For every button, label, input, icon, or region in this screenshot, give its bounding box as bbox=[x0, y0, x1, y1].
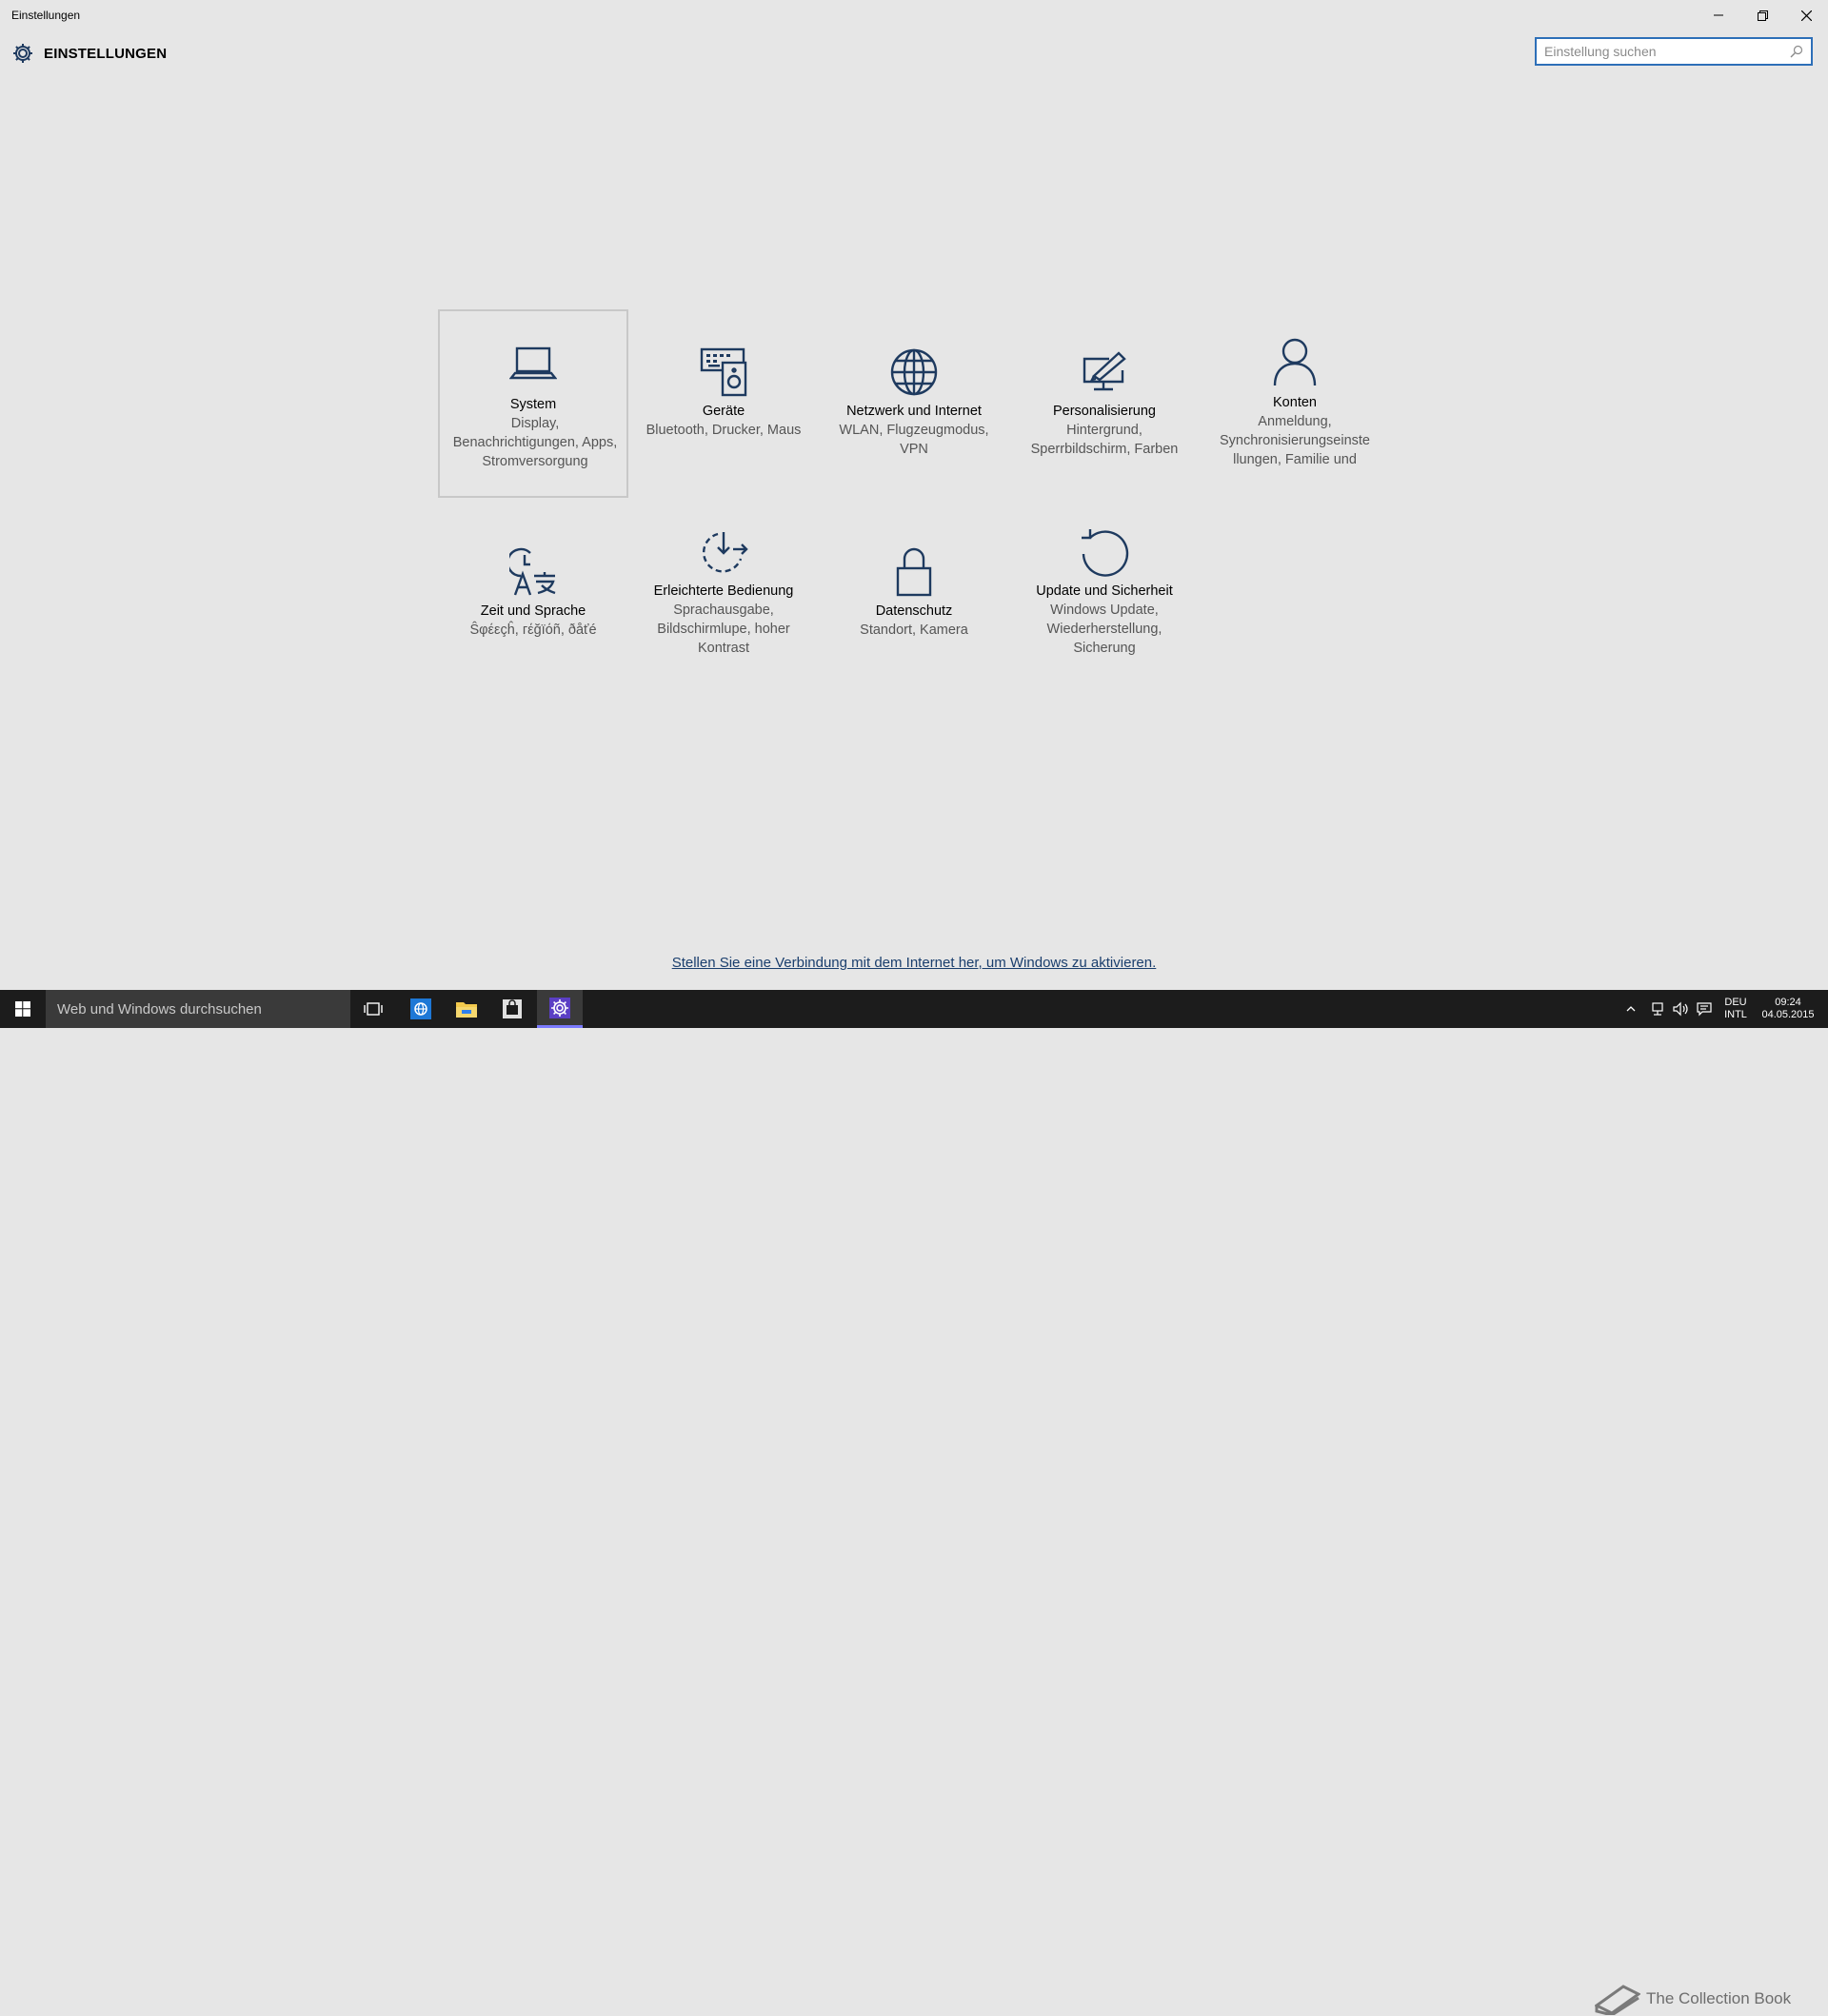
category-title: Update und Sicherheit bbox=[1036, 583, 1173, 599]
category-description: Display, Benachrichtigungen, Apps, Strom… bbox=[452, 416, 618, 469]
brush-screen-icon bbox=[1083, 351, 1126, 391]
tray-action-center[interactable] bbox=[1697, 990, 1712, 1028]
refresh-icon bbox=[1082, 529, 1129, 577]
task-view-button[interactable] bbox=[350, 990, 396, 1028]
search-box[interactable] bbox=[1535, 37, 1813, 66]
volume-icon bbox=[1673, 1001, 1688, 1017]
category-privacy[interactable]: Datenschutz Standort, Kamera bbox=[819, 509, 1009, 698]
language-code: DEU bbox=[1724, 997, 1747, 1008]
tray-overflow-button[interactable] bbox=[1626, 990, 1636, 1028]
book-icon bbox=[1595, 1985, 1640, 2015]
clock-date: 04.05.2015 bbox=[1761, 1009, 1815, 1020]
taskbar-search-placeholder: Web und Windows durchsuchen bbox=[57, 1000, 262, 1018]
category-title: Netzwerk und Internet bbox=[846, 404, 982, 419]
chevron-up-icon bbox=[1626, 1006, 1636, 1012]
close-icon bbox=[1800, 10, 1812, 21]
category-description: Hintergrund, Sperrbildschirm, Farben bbox=[1030, 423, 1179, 457]
taskbar-store[interactable] bbox=[489, 990, 535, 1028]
category-title: Zeit und Sprache bbox=[480, 603, 586, 619]
restore-button[interactable] bbox=[1740, 0, 1784, 30]
task-view-icon bbox=[364, 1002, 383, 1016]
browser-icon bbox=[410, 998, 431, 1019]
category-description: Ŝφέεçĥ, гέğïόñ, ðåťé bbox=[469, 623, 597, 638]
activation-link[interactable]: Stellen Sie eine Verbindung mit dem Inte… bbox=[0, 955, 1828, 971]
ease-of-access-icon bbox=[702, 532, 748, 573]
category-accounts[interactable]: Konten Anmeldung, Synchronisierungseinst… bbox=[1200, 309, 1390, 498]
category-description: WLAN, Flugzeugmodus, VPN bbox=[839, 423, 989, 457]
taskbar-file-explorer[interactable] bbox=[444, 990, 489, 1028]
taskbar-search[interactable]: Web und Windows durchsuchen bbox=[46, 990, 350, 1028]
category-devices[interactable]: Geräte Bluetooth, Drucker, Maus bbox=[628, 309, 819, 498]
category-title: Erleichterte Bedienung bbox=[653, 583, 794, 599]
watermark-text: The Collection Book bbox=[1646, 1989, 1792, 2007]
notification-icon bbox=[1697, 1002, 1712, 1017]
start-button[interactable] bbox=[0, 990, 46, 1028]
devices-icon bbox=[700, 347, 747, 397]
category-description: Anmeldung, Synchronisierungseinste llung… bbox=[1220, 414, 1370, 467]
category-title: System bbox=[509, 397, 557, 412]
store-icon bbox=[503, 999, 522, 1018]
category-update-security[interactable]: Update und Sicherheit Windows Update, Wi… bbox=[1009, 509, 1200, 698]
person-icon bbox=[1273, 338, 1317, 386]
lock-icon bbox=[896, 547, 932, 597]
minimize-button[interactable] bbox=[1697, 0, 1740, 30]
category-description: Standort, Kamera bbox=[860, 623, 968, 638]
laptop-icon bbox=[509, 346, 557, 380]
search-input[interactable] bbox=[1544, 42, 1782, 61]
tray-language[interactable]: DEU INTL bbox=[1721, 990, 1750, 1028]
windows-logo-icon bbox=[15, 1001, 30, 1017]
category-system[interactable]: System Display, Benachrichtigungen, Apps… bbox=[438, 309, 628, 498]
taskbar-browser[interactable] bbox=[398, 990, 444, 1028]
globe-icon bbox=[890, 348, 938, 396]
time-language-icon bbox=[509, 547, 556, 596]
settings-header: EINSTELLUNGEN bbox=[11, 42, 167, 65]
category-network[interactable]: Netzwerk und Internet WLAN, Flugzeugmodu… bbox=[819, 309, 1009, 498]
title-bar: Einstellungen bbox=[0, 0, 1828, 30]
folder-icon bbox=[456, 1002, 477, 1018]
category-title: Datenschutz bbox=[875, 603, 953, 619]
close-button[interactable] bbox=[1784, 0, 1828, 30]
page-title: EINSTELLUNGEN bbox=[44, 45, 168, 62]
restore-icon bbox=[1757, 10, 1768, 21]
category-description: Bluetooth, Drucker, Maus bbox=[646, 423, 802, 438]
category-title: Konten bbox=[1273, 395, 1317, 410]
category-description: Windows Update, Wiederherstellung, Siche… bbox=[1046, 603, 1162, 656]
tray-volume[interactable] bbox=[1672, 990, 1689, 1028]
category-title: Geräte bbox=[702, 404, 745, 419]
taskbar: Web und Windows durchsuchen The Collecti… bbox=[0, 990, 1828, 2015]
category-personalization[interactable]: Personalisierung Hintergrund, Sperrbilds… bbox=[1009, 309, 1200, 498]
gear-icon bbox=[13, 44, 32, 63]
tray-clock[interactable]: 09:24 04.05.2015 bbox=[1758, 990, 1818, 1028]
search-icon[interactable] bbox=[1790, 45, 1803, 58]
category-time-language[interactable]: Zeit und Sprache Ŝφέεçĥ, гέğïόñ, ðåťé bbox=[438, 509, 628, 698]
clock-time: 09:24 bbox=[1775, 997, 1801, 1008]
window-title: Einstellungen bbox=[11, 9, 81, 22]
category-title: Personalisierung bbox=[1052, 404, 1156, 419]
category-description: Sprachausgabe, Bildschirmlupe, hoher Kon… bbox=[657, 603, 790, 656]
keyboard-layout: INTL bbox=[1724, 1009, 1747, 1020]
settings-gear-icon bbox=[549, 997, 570, 1018]
taskbar-settings[interactable] bbox=[537, 990, 583, 1028]
category-ease-of-access[interactable]: Erleichterte Bedienung Sprachausgabe, Bi… bbox=[628, 509, 819, 698]
tray-network[interactable] bbox=[1650, 990, 1665, 1028]
minimize-icon bbox=[1714, 14, 1723, 16]
network-icon bbox=[1652, 1002, 1663, 1016]
watermark: The Collection Book bbox=[1595, 1982, 1814, 2016]
